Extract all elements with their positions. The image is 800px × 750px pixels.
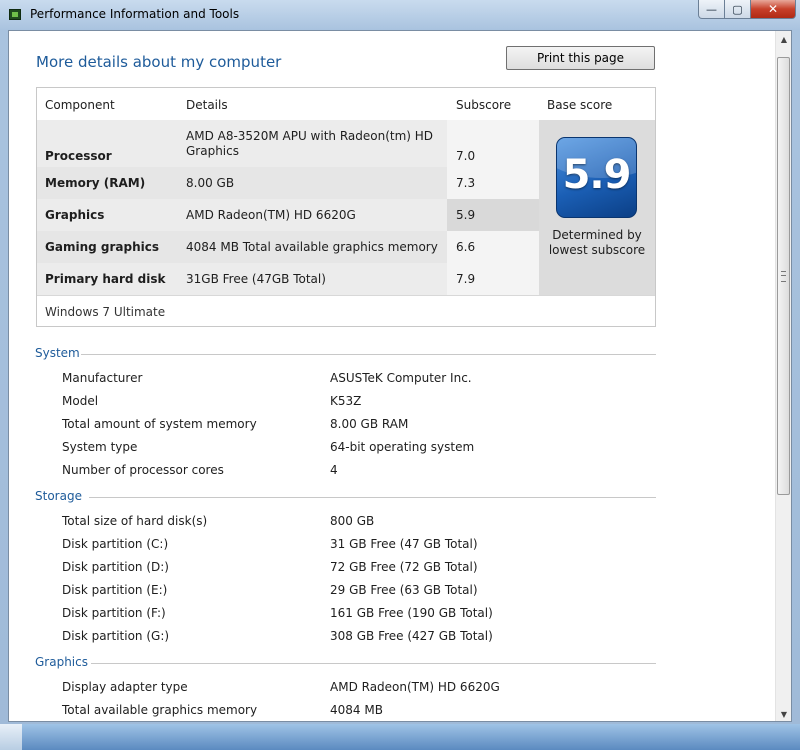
- client-area: More details about my computer Print thi…: [8, 30, 792, 722]
- info-value: 31 GB Free (47 GB Total): [330, 537, 478, 551]
- section-divider: [81, 354, 656, 355]
- minimize-button[interactable]: —: [698, 0, 725, 19]
- base-score-panel: 5.9 Determined by lowest subscore: [539, 120, 655, 295]
- info-row: Total size of hard disk(s) 800 GB: [62, 514, 662, 532]
- component-details: 31GB Free (47GB Total): [186, 271, 326, 286]
- info-value: 161 GB Free (190 GB Total): [330, 606, 493, 620]
- info-value: 4084 MB: [330, 703, 383, 717]
- section-divider: [91, 663, 656, 664]
- table-row: Graphics AMD Radeon(TM) HD 6620G 5.9: [37, 199, 539, 231]
- component-name: Gaming graphics: [45, 240, 159, 254]
- app-icon: [9, 9, 21, 20]
- os-edition-row: Windows 7 Ultimate: [37, 295, 655, 326]
- info-value: AMD Radeon(TM) HD 6620G: [330, 680, 500, 694]
- info-label: Manufacturer: [62, 371, 143, 385]
- info-row: Disk partition (F:) 161 GB Free (190 GB T…: [62, 606, 662, 624]
- info-value: 800 GB: [330, 514, 375, 528]
- section-title-system: System: [35, 346, 80, 360]
- vertical-scrollbar[interactable]: ▲ ▼: [775, 31, 791, 721]
- component-name: Graphics: [45, 208, 105, 222]
- info-label: Disk partition (D:): [62, 560, 169, 574]
- info-label: Disk partition (G:): [62, 629, 170, 643]
- component-details: 8.00 GB: [186, 175, 235, 190]
- maximize-icon: ▢: [732, 2, 743, 16]
- info-label: Disk partition (C:): [62, 537, 169, 551]
- component-subscore: 7.9: [456, 272, 476, 286]
- info-row: Display adapter type AMD Radeon(TM) HD 66…: [62, 680, 662, 698]
- page-content: More details about my computer Print thi…: [9, 31, 775, 721]
- window-title: Performance Information and Tools: [30, 7, 240, 21]
- info-value: 4: [330, 463, 338, 477]
- info-label: Total size of hard disk(s): [62, 514, 208, 528]
- maximize-button[interactable]: ▢: [725, 0, 751, 19]
- page-title: More details about my computer: [36, 53, 282, 71]
- component-subscore: 7.3: [456, 176, 476, 190]
- base-score-note: Determined by lowest subscore: [548, 228, 646, 257]
- info-value: ASUSTeK Computer Inc.: [330, 371, 472, 385]
- table-row: Processor AMD A8-3520M APU with Radeon(t…: [37, 120, 539, 167]
- section-title-storage: Storage: [35, 489, 82, 503]
- close-icon: ✕: [767, 2, 779, 16]
- score-table: Component Details Subscore Base score Pr…: [36, 87, 656, 327]
- info-value: 29 GB Free (63 GB Total): [330, 583, 478, 597]
- info-label: Disk partition (F:): [62, 606, 166, 620]
- section-title-graphics: Graphics: [35, 655, 88, 669]
- arrow-down-icon: ▼: [780, 710, 788, 719]
- section-divider: [89, 497, 656, 498]
- info-label: Disk partition (E:): [62, 583, 168, 597]
- info-value: 72 GB Free (72 GB Total): [330, 560, 478, 574]
- os-edition: Windows 7 Ultimate: [45, 305, 166, 319]
- score-table-header: Component Details Subscore Base score: [37, 88, 655, 120]
- info-row: Total available graphics memory 4084 MB: [62, 703, 662, 721]
- component-details: 4084 MB Total available graphics memory: [186, 239, 438, 254]
- header-subscore: Subscore: [456, 98, 512, 112]
- info-value: 8.00 GB RAM: [330, 417, 409, 431]
- info-value: K53Z: [330, 394, 362, 408]
- info-row: Disk partition (C:) 31 GB Free (47 GB Tot…: [62, 537, 662, 555]
- minimize-icon: —: [706, 2, 717, 16]
- grip-icon: [781, 271, 786, 282]
- header-base-score: Base score: [547, 98, 613, 112]
- window-controls: — ▢ ✕: [698, 0, 796, 20]
- info-row: Disk partition (D:) 72 GB Free (72 GB Tot…: [62, 560, 662, 578]
- info-label: System type: [62, 440, 138, 454]
- info-row: Model K53Z: [62, 394, 662, 412]
- info-value: 308 GB Free (427 GB Total): [330, 629, 493, 643]
- info-label: Total available graphics memory: [62, 703, 258, 717]
- scroll-thumb[interactable]: [777, 57, 790, 495]
- info-label: Display adapter type: [62, 680, 188, 694]
- taskbar: [0, 724, 800, 750]
- info-label: Model: [62, 394, 99, 408]
- table-row: Memory (RAM) 8.00 GB 7.3: [37, 167, 539, 199]
- scroll-up-button[interactable]: ▲: [776, 31, 791, 48]
- header-component: Component: [45, 98, 115, 112]
- table-row: Primary hard disk 31GB Free (47GB Total)…: [37, 263, 539, 295]
- info-row: Disk partition (E:) 29 GB Free (63 GB Tot…: [62, 583, 662, 601]
- arrow-up-icon: ▲: [780, 35, 788, 44]
- component-details: AMD A8-3520M APU with Radeon(tm) HD Grap…: [186, 128, 434, 158]
- component-name: Memory (RAM): [45, 176, 146, 190]
- info-row: Total amount of system memory 8.00 GB RAM: [62, 417, 662, 435]
- component-subscore: 5.9: [456, 208, 476, 222]
- scroll-down-button[interactable]: ▼: [776, 706, 791, 721]
- base-score-value: 5.9: [562, 152, 632, 198]
- info-value: 64-bit operating system: [330, 440, 475, 454]
- info-label: Number of processor cores: [62, 463, 224, 477]
- table-row: Gaming graphics 4084 MB Total available …: [37, 231, 539, 263]
- base-score-badge: 5.9: [556, 137, 637, 218]
- component-subscore: 6.6: [456, 240, 476, 254]
- info-row: Manufacturer ASUSTeK Computer Inc.: [62, 371, 662, 389]
- info-label: Total amount of system memory: [62, 417, 257, 431]
- app-window: Performance Information and Tools — ▢ ✕ …: [0, 0, 800, 750]
- title-bar[interactable]: Performance Information and Tools — ▢ ✕: [0, 0, 800, 28]
- component-name: Primary hard disk: [45, 272, 166, 286]
- component-details: AMD Radeon(TM) HD 6620G: [186, 207, 356, 222]
- close-button[interactable]: ✕: [751, 0, 796, 19]
- print-button[interactable]: Print this page: [506, 46, 655, 70]
- info-row: System type 64-bit operating system: [62, 440, 662, 458]
- info-row: Number of processor cores 4: [62, 463, 662, 481]
- info-row: Disk partition (G:) 308 GB Free (427 GB T…: [62, 629, 662, 647]
- header-details: Details: [186, 98, 228, 112]
